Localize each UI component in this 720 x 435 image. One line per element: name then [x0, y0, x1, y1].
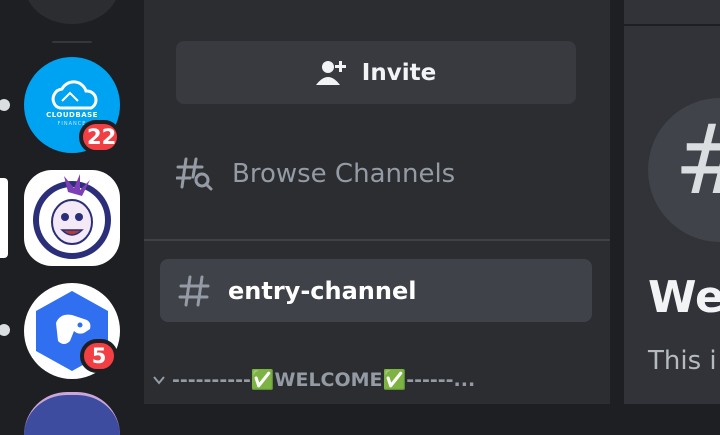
category-label: ----------✅WELCOME✅------...	[172, 369, 476, 391]
mention-badge: 5	[80, 339, 118, 373]
section-divider	[144, 239, 610, 241]
browse-channels-icon	[176, 157, 213, 191]
panel-gap	[610, 0, 624, 404]
add-user-icon	[315, 60, 346, 85]
server-cloudbase[interactable]: CLOUDBASE FINANCE 22	[24, 57, 121, 154]
mention-badge: 22	[79, 120, 121, 154]
unread-indicator	[0, 324, 10, 336]
invite-label: Invite	[361, 59, 437, 86]
chevron-down-icon	[153, 375, 165, 385]
category-header[interactable]: ----------✅WELCOME✅------...	[152, 368, 475, 391]
invite-button[interactable]: Invite	[176, 41, 576, 104]
channel-hash-icon: #	[648, 98, 720, 242]
browse-channels-item[interactable]: Browse Channels	[176, 150, 455, 198]
welcome-subtitle: This i	[648, 346, 717, 376]
main-content: # We This i	[624, 0, 720, 404]
channel-sidebar: Invite Browse Channels entry-channel ---…	[144, 0, 610, 404]
unread-indicator	[0, 99, 10, 111]
mascot-logo-icon	[33, 174, 111, 259]
server-dog[interactable]: 5	[24, 283, 120, 379]
header-divider	[624, 24, 720, 26]
server-brand-text: CLOUDBASE	[46, 111, 98, 119]
server-icon-partial[interactable]	[24, 0, 120, 24]
rail-divider	[52, 41, 92, 43]
welcome-title: We	[648, 272, 720, 323]
server-mascot[interactable]	[24, 170, 120, 266]
selected-server-pill	[0, 178, 8, 258]
text-channel-hash-icon	[178, 275, 210, 306]
browse-channels-label: Browse Channels	[232, 159, 456, 189]
server-icon-partial[interactable]	[24, 392, 120, 435]
channel-item-entry-channel[interactable]: entry-channel	[160, 259, 592, 322]
channel-name: entry-channel	[228, 276, 417, 305]
server-rail: CLOUDBASE FINANCE 22 5	[0, 0, 144, 435]
